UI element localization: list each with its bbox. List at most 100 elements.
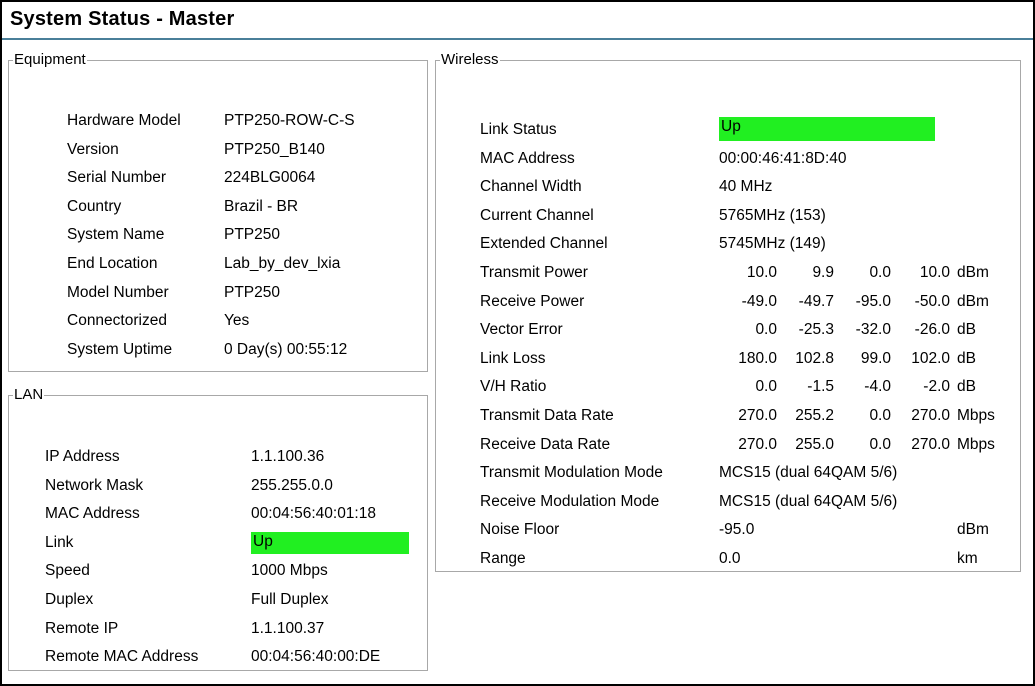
lan-value: 00:04:56:40:01:18: [251, 505, 376, 523]
wireless-unit: dBm: [957, 264, 989, 281]
wireless-metric-value: 99.0: [860, 349, 891, 367]
wireless-metric-value: -4.0: [864, 378, 891, 396]
equipment-label: End Location: [67, 255, 158, 272]
wireless-label: Receive Modulation Mode: [480, 492, 660, 510]
equipment-value: 224BLG0064: [224, 169, 316, 187]
wireless-metric-value: -2.0: [923, 378, 950, 396]
equipment-row: Hardware Model PTP250-ROW-C-S: [9, 112, 419, 132]
wireless-metric-value: -32.0: [855, 321, 891, 339]
equipment-value: PTP250: [224, 283, 281, 301]
wireless-label: Range: [480, 550, 526, 567]
lan-value: Full Duplex: [251, 591, 329, 608]
wireless-label: V/H Ratio: [480, 378, 547, 396]
equipment-value: PTP250: [224, 226, 281, 244]
wireless-value: MCS15 (dual 64QAM 5/6): [719, 492, 898, 510]
lan-label: Duplex: [45, 591, 94, 608]
lan-legend: LAN: [14, 386, 44, 403]
equipment-label: Serial Number: [67, 169, 167, 187]
wireless-value: 5765MHz (153): [719, 206, 826, 224]
wireless-label: Transmit Data Rate: [480, 407, 614, 424]
wireless-label: Receive Power: [480, 292, 585, 310]
lan-label: Link: [45, 533, 74, 551]
lan-panel: LAN IP Address 1.1.100.36 Network Mask 255.…: [8, 387, 428, 671]
wireless-value: 0.0: [719, 550, 741, 567]
wireless-unit: Mbps: [957, 407, 995, 424]
equipment-row: Connectorized Yes: [9, 312, 419, 332]
equipment-label: System Name: [67, 226, 165, 244]
wireless-row: Current Channel 5765MHz (153): [436, 207, 1016, 227]
equipment-label: Country: [67, 197, 122, 215]
equipment-value: Brazil - BR: [224, 197, 299, 215]
wireless-row: Link Status Up: [436, 117, 1016, 141]
wireless-label: Channel Width: [480, 178, 582, 196]
wireless-row: Channel Width 40 MHz: [436, 178, 1016, 198]
equipment-label: Model Number: [67, 283, 169, 301]
wireless-label: Noise Floor: [480, 521, 560, 539]
equipment-panel: Equipment Hardware Model PTP250-ROW-C-S Ve…: [8, 52, 428, 372]
title-bar: System Status - Master: [2, 2, 1033, 40]
equipment-row: Country Brazil - BR: [9, 198, 419, 218]
equipment-row: Model Number PTP250: [9, 284, 419, 304]
wireless-label: MAC Address: [480, 149, 575, 167]
status-window: System Status - Master Equipment Hardwar…: [0, 0, 1035, 686]
wireless-value: -95.0: [719, 521, 755, 539]
wireless-link-status: Up: [719, 117, 935, 141]
wireless-metric-value: 0.0: [755, 378, 777, 396]
wireless-value: MCS15 (dual 64QAM 5/6): [719, 464, 898, 482]
wireless-metric-value: 10.0: [746, 264, 777, 281]
wireless-unit: dB: [957, 349, 976, 367]
lan-label: Remote IP: [45, 619, 119, 637]
wireless-label: Vector Error: [480, 321, 563, 339]
wireless-unit: dBm: [957, 521, 989, 539]
wireless-label: Extended Channel: [480, 235, 608, 253]
wireless-value: 00:00:46:41:8D:40: [719, 149, 847, 167]
equipment-value: PTP250_B140: [224, 140, 325, 158]
wireless-metric-row: Transmit Power 10.0 9.9 0.0 10.0 dBm: [436, 264, 1016, 284]
wireless-value: 5745MHz (149): [719, 235, 826, 253]
wireless-label: Transmit Modulation Mode: [480, 464, 663, 482]
wireless-row: Transmit Modulation Mode MCS15 (dual 64QA…: [436, 464, 1016, 484]
lan-label: Network Mask: [45, 476, 144, 494]
wireless-label: Link Loss: [480, 349, 546, 367]
lan-row: Network Mask 255.255.0.0: [9, 477, 419, 497]
equipment-label: Connectorized: [67, 312, 167, 330]
wireless-metric-value: 0.0: [869, 264, 891, 281]
page-title: System Status - Master: [10, 8, 235, 30]
wireless-metric-value: 0.0: [869, 435, 891, 453]
lan-label: MAC Address: [45, 505, 140, 523]
wireless-metric-row: Receive Data Rate 270.0 255.0 0.0 270.0 Mbps: [436, 436, 1016, 456]
wireless-metric-row: Vector Error 0.0 -25.3 -32.0 -26.0 dB: [436, 321, 1016, 341]
equipment-value: PTP250-ROW-C-S: [224, 112, 355, 129]
lan-label: IP Address: [45, 448, 120, 465]
equipment-legend: Equipment: [14, 51, 86, 68]
lan-row: IP Address 1.1.100.36: [9, 448, 419, 468]
equipment-value: Lab_by_dev_lxia: [224, 255, 341, 272]
wireless-metric-value: 255.0: [795, 435, 834, 453]
wireless-metric-value: -1.5: [807, 378, 834, 396]
lan-value: 00:04:56:40:00:DE: [251, 648, 381, 666]
equipment-row: System Uptime 0 Day(s) 00:55:12: [9, 341, 419, 361]
wireless-metric-value: 270.0: [911, 435, 950, 453]
lan-row: Remote IP 1.1.100.37: [9, 620, 419, 640]
wireless-metric-value: 270.0: [738, 407, 777, 424]
wireless-metric-value: 255.2: [795, 407, 834, 424]
wireless-label: Current Channel: [480, 206, 594, 224]
equipment-label: Version: [67, 140, 119, 158]
wireless-metric-row: Receive Power -49.0 -49.7 -95.0 -50.0 dBm: [436, 293, 1016, 313]
wireless-legend: Wireless: [441, 51, 499, 68]
wireless-metric-row: Transmit Data Rate 270.0 255.2 0.0 270.0 Mbps: [436, 407, 1016, 427]
equipment-value: Yes: [224, 312, 250, 330]
lan-value: 255.255.0.0: [251, 476, 333, 494]
wireless-value: 40 MHz: [719, 178, 773, 196]
equipment-label: System Uptime: [67, 340, 173, 358]
wireless-metric-value: -49.7: [798, 292, 834, 310]
wireless-metric-row: Link Loss 180.0 102.8 99.0 102.0 dB: [436, 350, 1016, 370]
wireless-metric-value: 102.0: [911, 349, 950, 367]
lan-row: Duplex Full Duplex: [9, 591, 419, 611]
lan-row: Speed 1000 Mbps: [9, 562, 419, 582]
lan-value: 1000 Mbps: [251, 562, 328, 580]
wireless-unit: dB: [957, 378, 976, 396]
wireless-unit: dB: [957, 321, 976, 339]
wireless-label: Link Status: [480, 121, 557, 138]
lan-row: Link Up: [9, 531, 419, 554]
